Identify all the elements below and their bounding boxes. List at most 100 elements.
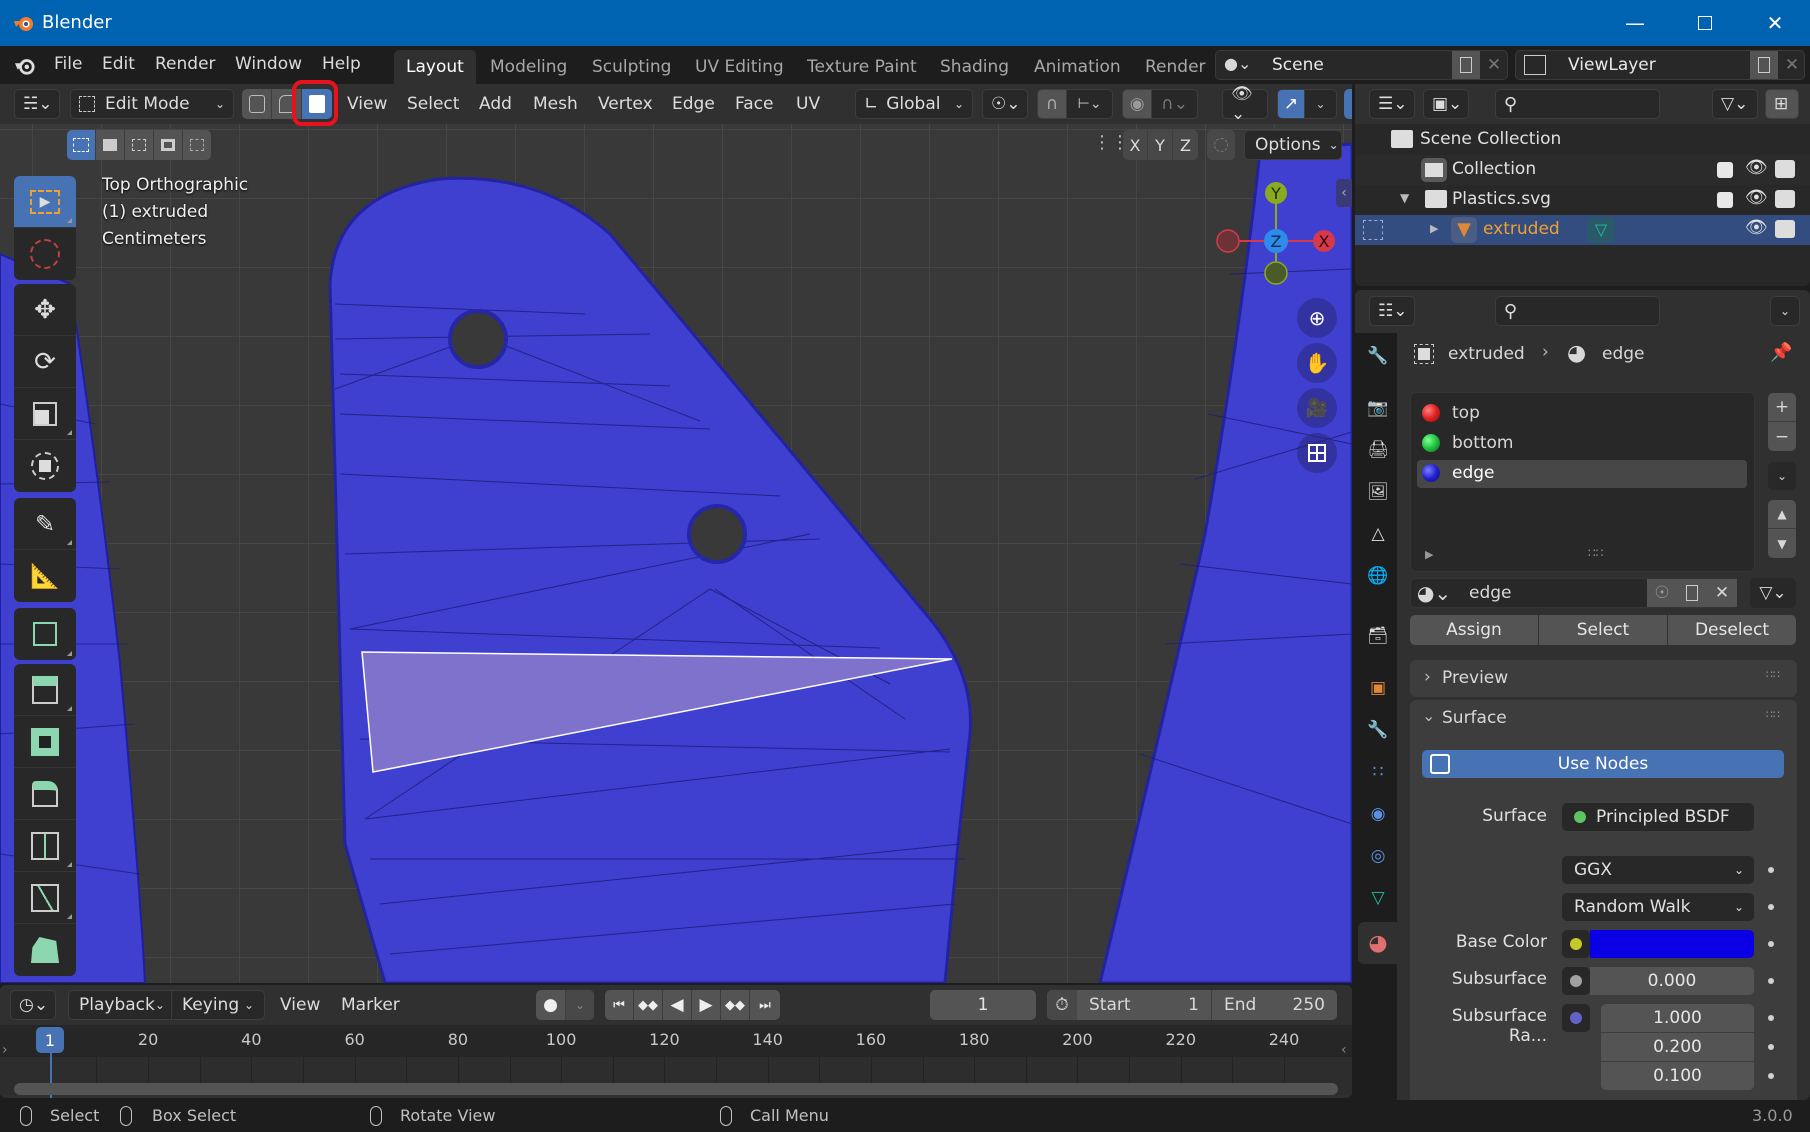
tool-scale[interactable]: [14, 388, 76, 440]
animate-property-button[interactable]: [1768, 1044, 1774, 1050]
eye-icon[interactable]: 👁: [1745, 187, 1768, 208]
mesh-data-icon[interactable]: ▽: [1587, 217, 1615, 243]
subsurface-method-dropdown[interactable]: Random Walk ⌄: [1562, 893, 1754, 921]
mode-selector[interactable]: Edit Mode ⌄: [70, 89, 234, 119]
camera-render-icon[interactable]: [1775, 160, 1795, 178]
drag-handle-icon[interactable]: ∷∷: [1766, 708, 1780, 721]
tab-render[interactable]: Render: [1133, 50, 1218, 84]
tab-data[interactable]: ▽: [1362, 882, 1394, 914]
surface-panel-title[interactable]: Surface: [1442, 708, 1507, 728]
pin-icon[interactable]: 📌: [1770, 342, 1792, 363]
tab-tool[interactable]: 🔧: [1362, 340, 1394, 372]
expand-arrow-icon[interactable]: ▶: [1425, 548, 1433, 561]
animate-property-button[interactable]: [1768, 904, 1774, 910]
chevron-down-icon[interactable]: ⌄: [1422, 706, 1435, 725]
proportional-edit-toggle[interactable]: ◉: [1123, 90, 1153, 118]
eye-icon[interactable]: 👁: [1745, 217, 1768, 238]
gizmo-dropdown[interactable]: ⌄: [1305, 90, 1336, 118]
pan-view-button[interactable]: ✋: [1297, 343, 1337, 383]
menu-file[interactable]: File: [54, 54, 82, 74]
new-view-layer-button[interactable]: [1750, 51, 1778, 79]
play-reverse-button[interactable]: ◀: [663, 990, 692, 1020]
distribution-dropdown[interactable]: GGX ⌄: [1562, 856, 1754, 884]
browse-material-button[interactable]: ◕⌄: [1411, 579, 1457, 607]
select-mode-intersect[interactable]: [183, 130, 211, 160]
start-frame-field[interactable]: Start 1: [1077, 990, 1212, 1020]
view-layer-name[interactable]: ViewLayer: [1568, 55, 1656, 75]
use-nodes-button[interactable]: Use Nodes: [1422, 750, 1784, 778]
snap-target-dropdown[interactable]: ⊢⌄: [1067, 90, 1112, 118]
menu-face[interactable]: Face: [735, 94, 773, 114]
tab-modifiers[interactable]: 🔧: [1362, 714, 1394, 746]
unlink-material-button[interactable]: ✕: [1707, 579, 1737, 607]
slot-specials-dropdown[interactable]: ⌄: [1768, 462, 1796, 490]
auto-merge-toggle[interactable]: [1207, 130, 1235, 160]
prev-keyframe-button[interactable]: ◆◆: [634, 990, 663, 1020]
tool-measure[interactable]: 📐: [14, 550, 76, 602]
outliner-row-extruded[interactable]: ▶ ▼ extruded ▽ 👁: [1355, 215, 1810, 245]
select-mode-extend[interactable]: [96, 130, 125, 160]
zoom-view-button[interactable]: ⊕: [1297, 298, 1337, 338]
select-button[interactable]: Select: [1539, 615, 1667, 645]
base-color-swatch[interactable]: [1590, 930, 1754, 958]
preview-range-toggle[interactable]: ⏱: [1047, 990, 1077, 1020]
outliner-row-plastics[interactable]: ▼ Plastics.svg 👁: [1355, 185, 1810, 215]
new-scene-button[interactable]: [1452, 51, 1480, 79]
tool-rotate[interactable]: ⟳: [14, 336, 76, 388]
tab-render[interactable]: 📷: [1362, 392, 1394, 424]
tab-shading[interactable]: Shading: [928, 50, 1021, 84]
editor-type-button[interactable]: ☵⌄: [14, 89, 60, 119]
outliner-search[interactable]: ⚲: [1495, 89, 1660, 119]
tool-transform[interactable]: [14, 440, 76, 492]
next-keyframe-button[interactable]: ◆◆: [721, 990, 750, 1020]
keying-dropdown[interactable]: Keying ⌄: [172, 991, 264, 1019]
preview-panel[interactable]: › Preview ∷∷: [1410, 660, 1797, 697]
subsurface-radius-socket[interactable]: [1562, 1004, 1590, 1032]
display-mode-dropdown[interactable]: ▣⌄: [1423, 89, 1469, 119]
gizmo-toggle[interactable]: ↗: [1278, 90, 1306, 118]
chevron-right-icon[interactable]: ›: [2, 1042, 8, 1058]
3d-viewport[interactable]: Top Orthographic (1) extruded Centimeter…: [0, 84, 1352, 983]
delete-scene-button[interactable]: ✕: [1480, 51, 1508, 79]
resize-handle-icon[interactable]: ∷∷: [1588, 546, 1603, 560]
vertex-select-button[interactable]: [242, 89, 272, 119]
outliner-row-scene-collection[interactable]: Scene Collection: [1355, 125, 1810, 155]
tab-collection[interactable]: 🗃: [1362, 620, 1394, 652]
select-mode-new[interactable]: [67, 130, 96, 160]
subsurface-radius-x[interactable]: 1.000: [1601, 1004, 1754, 1032]
outliner-editor-type[interactable]: ☰⌄: [1369, 89, 1415, 119]
tab-sculpting[interactable]: Sculpting: [580, 50, 683, 84]
tool-loop-cut[interactable]: [14, 820, 76, 872]
menu-select[interactable]: Select: [407, 94, 459, 114]
subsurface-radius-z[interactable]: 0.100: [1601, 1062, 1754, 1090]
mirror-x-toggle[interactable]: X: [1123, 130, 1148, 160]
jump-end-button[interactable]: ⏭: [750, 990, 780, 1020]
maximize-button[interactable]: [1670, 0, 1740, 46]
tool-bevel[interactable]: [14, 768, 76, 820]
camera-view-button[interactable]: 🎥: [1297, 388, 1337, 428]
subsurface-socket[interactable]: [1562, 967, 1590, 995]
tab-world[interactable]: 🌐: [1362, 560, 1394, 592]
animate-property-button[interactable]: [1768, 1015, 1774, 1021]
eye-icon[interactable]: 👁: [1745, 157, 1768, 178]
tab-layout[interactable]: Layout: [394, 50, 476, 84]
timeline-editor-type[interactable]: ◷⌄: [10, 990, 56, 1020]
exclude-checkbox[interactable]: [1717, 192, 1733, 208]
tab-physics[interactable]: ◉: [1362, 798, 1394, 830]
jump-start-button[interactable]: ⏮: [605, 990, 634, 1020]
material-slot-edge[interactable]: edge: [1417, 460, 1747, 488]
menu-mesh[interactable]: Mesh: [533, 94, 578, 114]
surface-shader-field[interactable]: Principled BSDF: [1562, 803, 1754, 831]
tool-inset[interactable]: [14, 716, 76, 768]
drag-handle-icon[interactable]: ∷∷: [1766, 668, 1780, 681]
remove-slot-button[interactable]: −: [1768, 422, 1796, 451]
tool-move[interactable]: ✥: [14, 284, 76, 336]
duplicate-material-button[interactable]: [1677, 579, 1707, 607]
filter-dropdown[interactable]: ▽⌄: [1712, 89, 1758, 119]
menu-render[interactable]: Render: [155, 54, 216, 74]
blender-menu-icon[interactable]: [14, 56, 36, 76]
delete-view-layer-button[interactable]: ✕: [1778, 51, 1806, 79]
properties-editor-type[interactable]: ☷⌄: [1369, 296, 1415, 326]
tab-particles[interactable]: ∷: [1362, 756, 1394, 788]
add-slot-button[interactable]: +: [1768, 393, 1796, 422]
